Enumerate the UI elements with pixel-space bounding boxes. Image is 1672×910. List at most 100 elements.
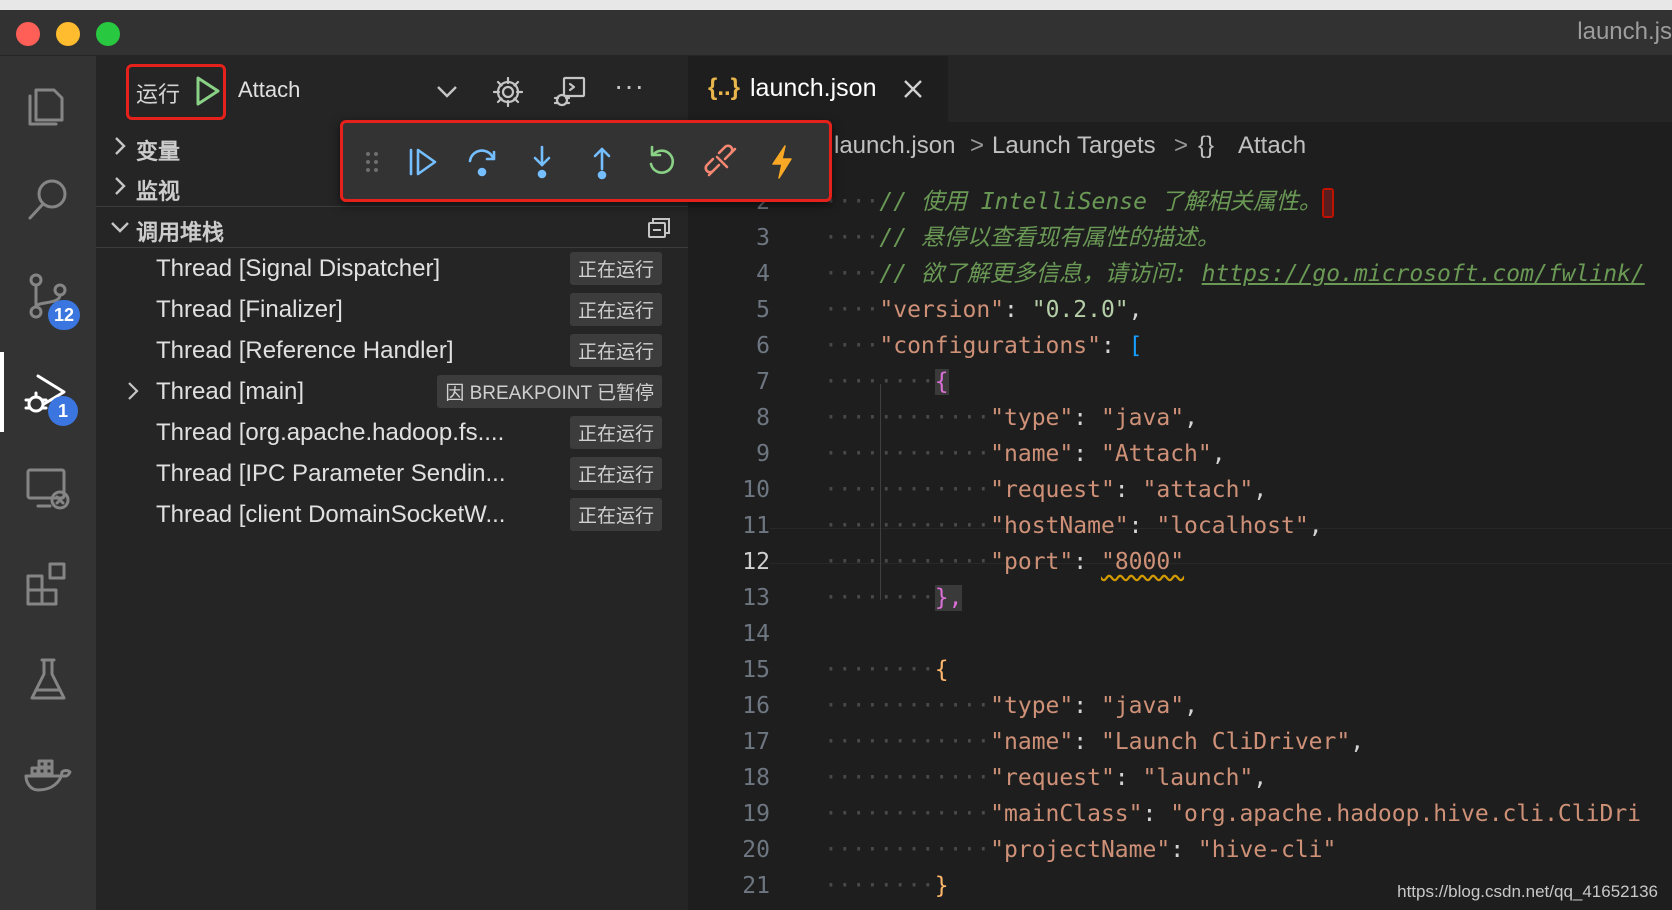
- restart-button[interactable]: [643, 143, 681, 181]
- step-into-button[interactable]: [523, 143, 561, 181]
- code-line: 17 ············"name": "Launch CliDriver"…: [742, 729, 1365, 755]
- search-icon[interactable]: [0, 152, 96, 248]
- call-stack-thread[interactable]: Thread [Finalizer] 正在运行: [96, 289, 688, 330]
- breadcrumb-section[interactable]: Launch Targets: [992, 132, 1156, 160]
- thread-status-badge: 正在运行: [569, 252, 662, 285]
- thread-status-badge: 正在运行: [569, 498, 662, 531]
- object-icon: {}: [1198, 132, 1215, 159]
- thread-status-badge: 正在运行: [569, 293, 662, 326]
- code-line: 19 ············"mainClass": "org.apache.h…: [742, 801, 1642, 827]
- debug-console-button[interactable]: [552, 74, 588, 110]
- thread-name: Thread [IPC Parameter Sendin...: [156, 460, 506, 487]
- code-line: 5 ····"version": "0.2.0",: [756, 297, 1143, 323]
- close-window-button[interactable]: [16, 22, 40, 46]
- collapse-all-icon[interactable]: [644, 213, 674, 243]
- step-out-button[interactable]: [583, 143, 621, 181]
- title-bar: launch.js: [0, 0, 1672, 56]
- testing-icon[interactable]: [0, 632, 96, 728]
- code-line: 16 ············"type": "java",: [742, 693, 1198, 719]
- run-label: 运行: [136, 82, 181, 107]
- thread-status-badge: 正在运行: [569, 416, 662, 449]
- play-icon: [196, 76, 220, 106]
- source-control-icon[interactable]: 12: [0, 248, 96, 344]
- call-stack-thread[interactable]: Thread [Signal Dispatcher] 正在运行: [96, 248, 688, 289]
- thread-status-badge: 正在运行: [569, 457, 662, 490]
- disconnect-button[interactable]: [703, 143, 741, 181]
- call-stack-thread[interactable]: Thread [client DomainSocketW... 正在运行: [96, 494, 688, 535]
- drag-handle-icon[interactable]: [353, 143, 391, 181]
- minimize-window-button[interactable]: [56, 22, 80, 46]
- breadcrumb-file[interactable]: launch.json: [834, 132, 955, 160]
- watermark: https://blog.csdn.net/qq_41652136: [1397, 882, 1658, 901]
- code-line: 18 ············"request": "launch",: [742, 765, 1268, 791]
- run-debug-badge: 1: [48, 396, 78, 426]
- thread-name: Thread [client DomainSocketW...: [156, 501, 506, 528]
- step-into-icon: [533, 145, 551, 179]
- close-icon[interactable]: [900, 76, 926, 102]
- more-actions-icon[interactable]: ···: [614, 70, 650, 106]
- run-header: 运行 Attach ···: [96, 56, 688, 126]
- debug-console-icon: [553, 76, 586, 107]
- continue-icon: [409, 148, 437, 176]
- activity-bar: 12 1: [0, 56, 96, 910]
- chevron-right-icon[interactable]: [122, 380, 144, 402]
- lightning-icon: [772, 145, 792, 179]
- restart-icon: [649, 145, 675, 174]
- open-launch-json-button[interactable]: [490, 74, 526, 110]
- continue-button[interactable]: [403, 143, 441, 181]
- hot-code-replace-button[interactable]: [763, 143, 801, 181]
- tab-label: launch.json: [750, 74, 877, 102]
- remote-explorer-icon[interactable]: [0, 440, 96, 536]
- code-line: 20 ············"projectName": "hive-cli": [742, 837, 1337, 863]
- call-stack-thread[interactable]: Thread [Reference Handler] 正在运行: [96, 330, 688, 371]
- thread-name: Thread [Finalizer]: [156, 296, 343, 323]
- thread-name: Thread [main]: [156, 378, 305, 405]
- call-stack-thread[interactable]: Thread [IPC Parameter Sendin... 正在运行: [96, 453, 688, 494]
- code-line: 10 ············"request": "attach",: [742, 477, 1268, 503]
- code-line: 8 ············"type": "java",: [756, 405, 1198, 431]
- code-line: 11 ············"hostName": "localhost",: [742, 513, 1323, 539]
- call-stack-section-header[interactable]: 调用堆栈: [96, 206, 688, 248]
- gear-icon: [492, 76, 524, 108]
- thread-name: Thread [Signal Dispatcher]: [156, 255, 441, 282]
- watch-label: 监视: [136, 179, 181, 204]
- code-line: 12 ············"port": "8000": [742, 549, 1185, 575]
- start-debugging-button[interactable]: [192, 74, 222, 108]
- window-title: launch.js: [1577, 18, 1672, 45]
- call-stack-label: 调用堆栈: [136, 220, 225, 245]
- docker-icon[interactable]: [0, 728, 96, 824]
- step-out-icon: [593, 147, 611, 180]
- breadcrumb: {..} launch.json > Launch Targets > {} A…: [688, 122, 1672, 168]
- thread-status-badge: 因 BREAKPOINT 已暂停: [437, 375, 662, 408]
- thread-name: Thread [org.apache.hadoop.fs....: [156, 419, 505, 446]
- code-editor[interactable]: 1 2····// 使用 IntelliSense 了解相关属性。 3····/…: [688, 168, 1672, 910]
- step-over-button[interactable]: [463, 143, 501, 181]
- docs-link[interactable]: https://go.microsoft.com/fwlink/: [1202, 261, 1645, 287]
- zoom-window-button[interactable]: [96, 22, 120, 46]
- chevron-down-icon: [108, 215, 132, 239]
- source-control-badge: 12: [48, 300, 81, 330]
- call-stack-thread[interactable]: Thread [main] 因 BREAKPOINT 已暂停: [96, 371, 688, 412]
- extensions-icon[interactable]: [0, 536, 96, 632]
- launch-config-select[interactable]: Attach: [238, 77, 300, 103]
- debug-toolbar: [340, 120, 832, 202]
- thread-status-badge: 正在运行: [569, 334, 662, 367]
- code-line: 14: [742, 621, 770, 647]
- chevron-right-icon: [108, 134, 132, 158]
- explorer-icon[interactable]: [0, 56, 96, 152]
- variables-label: 变量: [136, 139, 181, 164]
- chevron-down-icon[interactable]: [432, 76, 462, 106]
- code-line: 9 ············"name": "Attach",: [756, 441, 1226, 467]
- json-file-icon: {..}: [708, 74, 741, 101]
- code-line: 7 ········{: [756, 369, 949, 395]
- editor-tabs: {..} launch.json: [688, 56, 1672, 122]
- code-line: 1: [688, 168, 1672, 184]
- thread-name: Thread [Reference Handler]: [156, 337, 454, 364]
- run-debug-icon[interactable]: 1: [0, 344, 96, 440]
- tab-launch-json[interactable]: {..} launch.json: [688, 56, 948, 122]
- code-line: 13 ········},: [742, 585, 963, 611]
- call-stack-thread[interactable]: Thread [org.apache.hadoop.fs.... 正在运行: [96, 412, 688, 453]
- breadcrumb-separator: >: [970, 132, 985, 159]
- code-line: 6 ····"configurations": [: [756, 333, 1143, 359]
- breadcrumb-item[interactable]: Attach: [1238, 132, 1306, 160]
